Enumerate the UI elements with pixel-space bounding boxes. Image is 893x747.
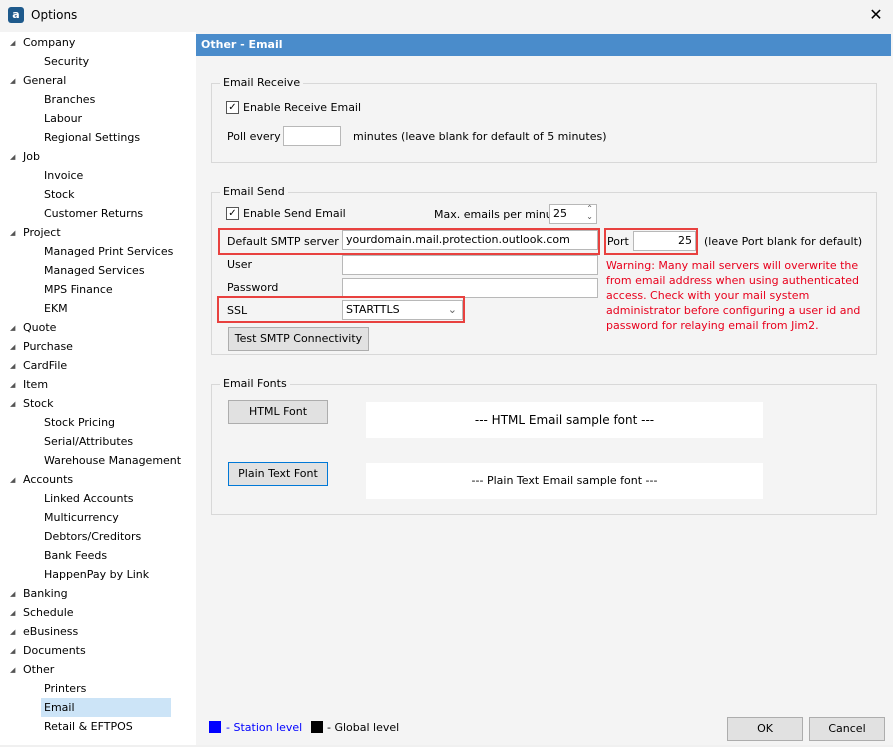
expand-arrow-icon[interactable]: ◢ (10, 400, 15, 408)
password-input[interactable] (342, 278, 598, 298)
expand-arrow-icon[interactable]: ◢ (10, 590, 15, 598)
expand-arrow-icon[interactable]: ◢ (10, 153, 15, 161)
enable-send-checkbox[interactable]: ✓ (226, 207, 239, 220)
email-receive-group: Email Receive (211, 76, 877, 163)
user-label: User (227, 258, 253, 271)
expand-arrow-icon[interactable]: ◢ (10, 77, 15, 85)
title-bar (0, 0, 893, 32)
sidebar-item[interactable]: Quote (20, 318, 59, 337)
sidebar-item[interactable]: Security (41, 52, 92, 71)
global-level-label: - Global level (327, 721, 400, 734)
expand-arrow-icon[interactable]: ◢ (10, 609, 15, 617)
max-emails-label: Max. emails per minute (434, 208, 564, 221)
sidebar-item[interactable]: Branches (41, 90, 98, 109)
sidebar-item[interactable]: Stock (41, 185, 77, 204)
plain-text-font-button[interactable]: Plain Text Font (228, 462, 328, 486)
group-legend: Email Fonts (220, 377, 290, 390)
enable-send-label: Enable Send Email (243, 207, 346, 220)
chevron-down-icon: ⌄ (447, 303, 457, 316)
sidebar-item[interactable]: Job (20, 147, 43, 166)
sidebar-item[interactable]: Managed Services (41, 261, 148, 280)
poll-hint: minutes (leave blank for default of 5 mi… (353, 130, 607, 143)
expand-arrow-icon[interactable]: ◢ (10, 628, 15, 636)
sidebar-item[interactable]: MPS Finance (41, 280, 116, 299)
sidebar-item[interactable]: CardFile (20, 356, 70, 375)
sidebar-item[interactable]: Managed Print Services (41, 242, 176, 261)
sidebar-item[interactable]: General (20, 71, 69, 90)
window-title: Options (31, 8, 78, 22)
sidebar-item[interactable]: Email (41, 698, 171, 717)
group-legend: Email Send (220, 185, 288, 198)
expand-arrow-icon[interactable]: ◢ (10, 343, 15, 351)
expand-arrow-icon[interactable]: ◢ (10, 381, 15, 389)
ok-button[interactable]: OK (727, 717, 803, 741)
sidebar-item[interactable]: Documents (20, 641, 89, 660)
app-icon: a (8, 7, 24, 23)
close-icon[interactable]: ✕ (866, 5, 886, 24)
sidebar-item[interactable]: Company (20, 33, 78, 52)
sidebar-item[interactable]: Multicurrency (41, 508, 122, 527)
sidebar-item[interactable]: Purchase (20, 337, 76, 356)
port-hint: (leave Port blank for default) (704, 235, 863, 248)
sidebar-item[interactable]: Debtors/Creditors (41, 527, 144, 546)
sidebar-item[interactable]: Stock (20, 394, 56, 413)
max-emails-value: 25 (553, 207, 567, 220)
sidebar-item[interactable]: Regional Settings (41, 128, 143, 147)
global-level-swatch (311, 721, 323, 733)
warning-text: Warning: Many mail servers will overwrit… (606, 259, 861, 332)
sidebar-item[interactable]: eBusiness (20, 622, 81, 641)
sidebar-item[interactable]: Labour (41, 109, 85, 128)
group-legend: Email Receive (220, 76, 304, 89)
options-tree: ◢ Company Security ◢ General Branches Labour Re… (0, 32, 196, 745)
expand-arrow-icon[interactable]: ◢ (10, 229, 15, 237)
sidebar-item[interactable]: Schedule (20, 603, 77, 622)
station-level-swatch (209, 721, 221, 733)
port-input[interactable]: 25 (633, 231, 696, 251)
poll-label: Poll every (227, 130, 281, 143)
sidebar-item[interactable]: Accounts (20, 470, 76, 489)
sidebar-item[interactable]: Bank Feeds (41, 546, 110, 565)
expand-arrow-icon[interactable]: ◢ (10, 362, 15, 370)
page-title: Other - Email (196, 34, 891, 56)
ssl-value: STARTTLS (346, 303, 400, 316)
sidebar-item[interactable]: Stock Pricing (41, 413, 118, 432)
expand-arrow-icon[interactable]: ◢ (10, 476, 15, 484)
sidebar-item[interactable]: EKM (41, 299, 71, 318)
sidebar-item[interactable]: Invoice (41, 166, 86, 185)
expand-arrow-icon[interactable]: ◢ (10, 39, 15, 47)
plain-text-font-sample: --- Plain Text Email sample font --- (366, 463, 763, 499)
max-emails-stepper[interactable]: 25 ⌃ ⌄ (549, 204, 597, 224)
port-label: Port (607, 235, 629, 248)
sidebar-item[interactable]: Banking (20, 584, 71, 603)
html-font-sample: --- HTML Email sample font --- (366, 402, 763, 438)
enable-receive-label: Enable Receive Email (243, 101, 362, 114)
sidebar-item[interactable]: Linked Accounts (41, 489, 137, 508)
password-label: Password (227, 281, 279, 294)
test-smtp-button[interactable]: Test SMTP Connectivity (228, 327, 369, 351)
expand-arrow-icon[interactable]: ◢ (10, 647, 15, 655)
smtp-label: Default SMTP server (227, 235, 339, 248)
expand-arrow-icon[interactable]: ◢ (10, 666, 15, 674)
spinner-icon[interactable]: ⌃ ⌄ (586, 205, 593, 221)
expand-arrow-icon[interactable]: ◢ (10, 324, 15, 332)
sidebar-item[interactable]: Item (20, 375, 51, 394)
cancel-button[interactable]: Cancel (809, 717, 885, 741)
sidebar-item[interactable]: HappenPay by Link (41, 565, 152, 584)
enable-receive-checkbox[interactable]: ✓ (226, 101, 239, 114)
ssl-select[interactable]: STARTTLS ⌄ (342, 300, 463, 320)
sidebar-item[interactable]: Project (20, 223, 64, 242)
sidebar-item[interactable]: Other (20, 660, 57, 679)
sidebar-item[interactable]: Customer Returns (41, 204, 146, 223)
sidebar-item[interactable]: Printers (41, 679, 89, 698)
user-input[interactable] (342, 255, 598, 275)
sidebar-item[interactable]: Serial/Attributes (41, 432, 136, 451)
html-font-button[interactable]: HTML Font (228, 400, 328, 424)
sidebar-item[interactable]: Warehouse Management (41, 451, 184, 470)
ssl-label: SSL (227, 304, 248, 317)
station-level-label: - Station level (226, 721, 303, 734)
sidebar-item[interactable]: Retail & EFTPOS (41, 717, 136, 736)
poll-input[interactable] (283, 126, 341, 146)
smtp-server-input[interactable]: yourdomain.mail.protection.outlook.com (342, 230, 598, 250)
